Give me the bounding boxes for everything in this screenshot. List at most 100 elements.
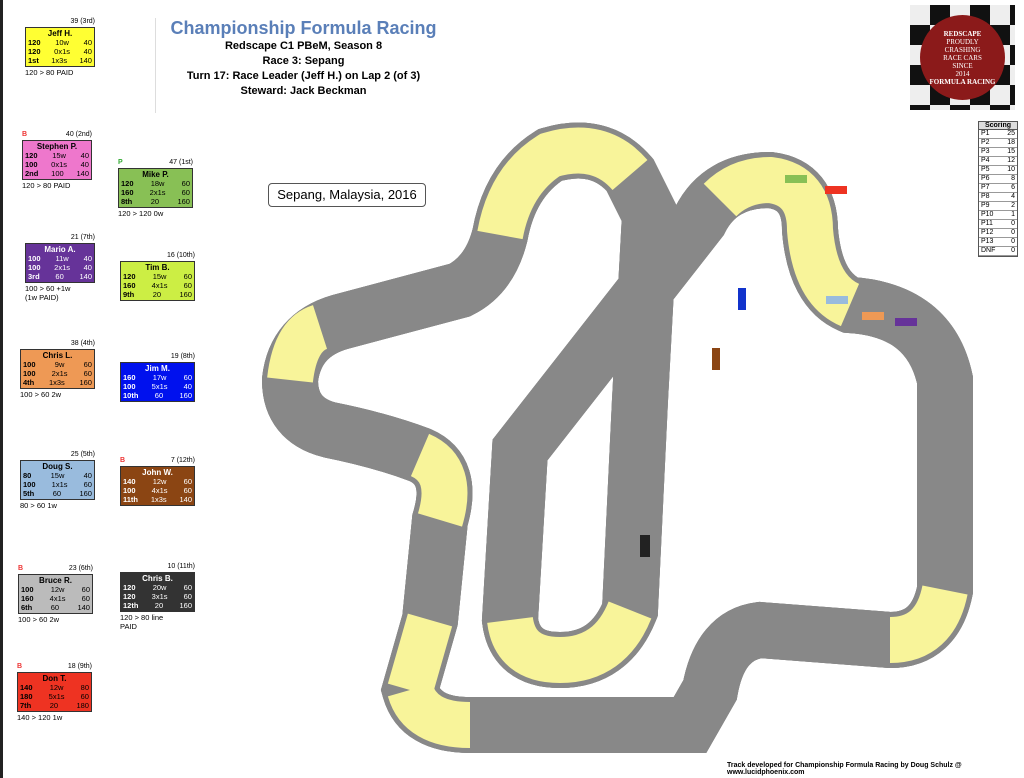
status-flag: B xyxy=(18,565,24,572)
scoring-row: P5 10 xyxy=(979,166,1017,175)
stat-cell: 140 xyxy=(76,169,89,178)
stat-cell: 100 xyxy=(23,480,36,489)
track-credit: Track developed for Championship Formula… xyxy=(727,762,962,776)
stat-row: 100 9w 60 xyxy=(23,360,92,369)
stat-cell: 20 xyxy=(154,601,164,610)
stat-row: 140 12w 80 xyxy=(20,683,89,692)
stat-row: 180 5x1s 60 xyxy=(20,692,89,701)
points: 8 xyxy=(1011,175,1015,182)
position: P5 xyxy=(981,166,990,173)
scoring-row: P6 8 xyxy=(979,175,1017,184)
stat-row: 120 20w 60 xyxy=(123,583,192,592)
points: 2 xyxy=(1011,202,1015,209)
stat-cell: 180 xyxy=(20,692,33,701)
stat-cell: 140 xyxy=(20,683,33,692)
driver-name: Doug S. xyxy=(42,462,73,471)
position: P12 xyxy=(981,229,994,236)
stat-cell: 2nd xyxy=(25,169,39,178)
stat-row: 120 15w 40 xyxy=(25,151,89,160)
stat-cell: 60 xyxy=(183,281,192,290)
stat-row: 160 17w 60 xyxy=(123,373,192,382)
stat-cell: 60 xyxy=(181,179,190,188)
driver-card[interactable]: 25 (5th) Doug S. 80 15w 40 100 1x1s 60 5th 60 160… xyxy=(20,451,95,510)
stat-cell: 15w xyxy=(52,151,66,160)
stat-row: 160 4x1s 60 xyxy=(123,281,192,290)
position: P3 xyxy=(981,148,990,155)
driver-points: 18 (9th) xyxy=(67,663,92,670)
driver-note: 120 > 80 PAID xyxy=(22,181,71,190)
driver-points: 7 (12th) xyxy=(170,457,195,464)
driver-name: Chris L. xyxy=(42,351,73,360)
position: P9 xyxy=(981,202,990,209)
stat-cell: 60 xyxy=(183,592,192,601)
stat-row: 100 0x1s 40 xyxy=(25,160,89,169)
stat-cell: 120 xyxy=(28,38,41,47)
stat-cell: 100 xyxy=(28,263,41,272)
stat-cell: 10w xyxy=(55,38,69,47)
stat-cell: 140 xyxy=(123,477,136,486)
race-car xyxy=(712,348,720,370)
driver-card[interactable]: P 47 (1st) Mike P. 120 18w 60 160 2x1s 60 8th 20 1… xyxy=(118,159,193,218)
driver-card[interactable]: 16 (10th) Tim B. 120 15w 60 160 4x1s 60 9th 20 16… xyxy=(120,252,195,302)
stat-row: 120 15w 60 xyxy=(123,272,192,281)
stat-cell: 100 xyxy=(23,369,36,378)
stat-cell: 5x1s xyxy=(48,692,65,701)
driver-name: Stephen P. xyxy=(36,142,78,151)
driver-card[interactable]: 21 (7th) Mario A. 100 11w 40 100 2x1s 40 3rd 60 1… xyxy=(25,234,95,302)
stat-cell: 3x1s xyxy=(151,592,168,601)
scoring-row: P11 0 xyxy=(979,220,1017,229)
stat-cell: 120 xyxy=(123,583,136,592)
driver-card[interactable]: B 18 (9th) Don T. 140 12w 80 180 5x1s 60 7th 20 18… xyxy=(17,663,92,722)
driver-points: 38 (4th) xyxy=(70,340,95,347)
scoring-row: P10 1 xyxy=(979,211,1017,220)
stat-cell: 120 xyxy=(123,592,136,601)
stat-cell: 60 xyxy=(183,373,192,382)
stat-cell: 8th xyxy=(121,197,133,206)
status-flag: B xyxy=(17,663,23,670)
stat-row: 11th 1x3s 140 xyxy=(123,495,192,504)
stat-row: 8th 20 160 xyxy=(121,197,190,206)
position: P2 xyxy=(981,139,990,146)
driver-card[interactable]: 10 (11th) Chris B. 120 20w 60 120 3x1s 60 12th 2… xyxy=(120,563,195,631)
stat-cell: 9w xyxy=(54,360,65,369)
position: P1 xyxy=(981,130,990,137)
stat-cell: 0x1s xyxy=(51,160,67,169)
scoring-title: Scoring xyxy=(979,122,1017,130)
stat-cell: 100 xyxy=(23,360,36,369)
stat-cell: 1x1s xyxy=(51,480,68,489)
stat-cell: 60 xyxy=(81,585,90,594)
stat-cell: 20 xyxy=(150,197,160,206)
stat-cell: 160 xyxy=(179,601,192,610)
position: P7 xyxy=(981,184,990,191)
stat-cell: 120 xyxy=(25,151,38,160)
stat-row: 100 4x1s 60 xyxy=(123,486,192,495)
stat-cell: 15w xyxy=(152,272,167,281)
driver-card[interactable]: B 40 (2nd) Stephen P. 120 15w 40 100 0x1s 40 2nd… xyxy=(22,131,92,190)
stat-row: 120 18w 60 xyxy=(121,179,190,188)
stat-cell: 60 xyxy=(55,272,64,281)
stat-cell: 12th xyxy=(123,601,139,610)
scoring-row: P3 15 xyxy=(979,148,1017,157)
stat-cell: 60 xyxy=(83,480,92,489)
driver-note: 100 > 60 2w xyxy=(18,615,60,624)
position: P8 xyxy=(981,193,990,200)
stat-cell: 11w xyxy=(55,254,69,263)
driver-card[interactable]: B 7 (12th) John W. 140 12w 60 100 4x1s 60 11th 1x… xyxy=(120,457,195,507)
position: P4 xyxy=(981,157,990,164)
stat-cell: 7th xyxy=(20,701,32,710)
driver-card[interactable]: B 23 (6th) Bruce R. 100 12w 60 160 4x1s 60 6th 60… xyxy=(18,565,93,624)
stat-cell: 20w xyxy=(152,583,167,592)
stat-row: 100 1x1s 60 xyxy=(23,480,92,489)
stat-cell: 80 xyxy=(80,683,89,692)
stat-cell: 9th xyxy=(123,290,135,299)
stat-cell: 12w xyxy=(50,585,65,594)
driver-card[interactable]: 39 (3rd) Jeff H. 120 10w 40 120 0x1s 40 1st 1x3s… xyxy=(25,18,95,77)
driver-points: 10 (11th) xyxy=(167,563,196,570)
driver-card[interactable]: 38 (4th) Chris L. 100 9w 60 100 2x1s 60 4th 1x3s… xyxy=(20,340,95,399)
driver-card[interactable]: 19 (8th) Jim M. 160 17w 60 100 5x1s 40 10th 60 16… xyxy=(120,353,195,403)
driver-points: 23 (6th) xyxy=(68,565,93,572)
stat-row: 120 3x1s 60 xyxy=(123,592,192,601)
stat-row: 100 2x1s 40 xyxy=(28,263,92,272)
driver-note: 120 > 80 PAID xyxy=(25,68,74,77)
stat-row: 120 0x1s 40 xyxy=(28,47,92,56)
